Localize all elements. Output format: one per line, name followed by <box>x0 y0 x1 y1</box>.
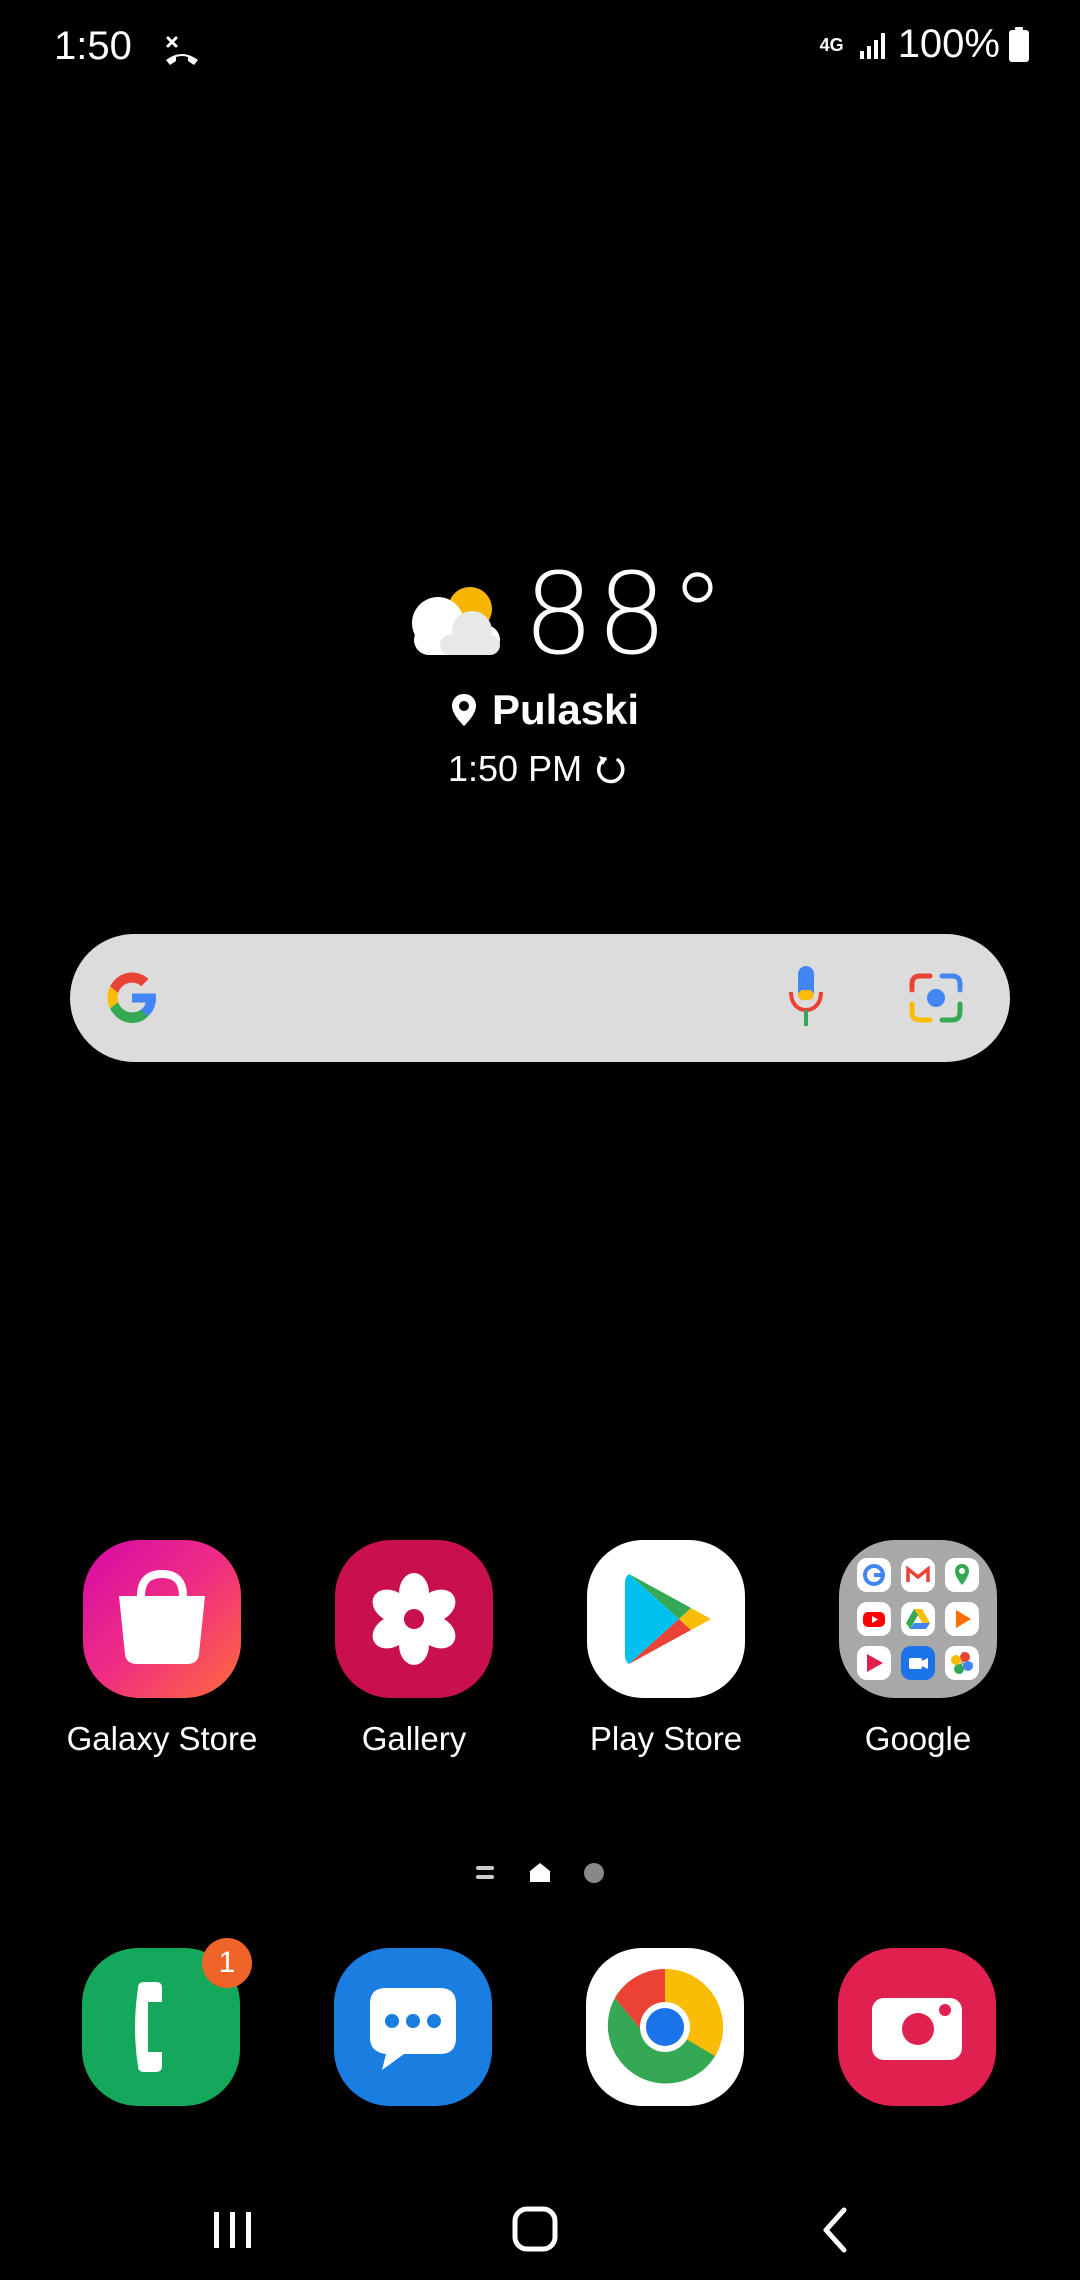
battery-percent: 100% <box>897 22 1000 66</box>
app-gallery[interactable]: Gallery <box>289 1540 539 1758</box>
page-indicator[interactable] <box>474 1858 606 1888</box>
duo-mini-icon <box>901 1646 935 1680</box>
youtube-music-mini-icon <box>857 1646 891 1680</box>
app-label: Galaxy Store <box>66 1720 258 1757</box>
folder-contents <box>857 1558 979 1680</box>
app-label: Gallery <box>361 1720 467 1757</box>
partly-cloudy-icon <box>412 587 500 655</box>
chrome-icon <box>607 1969 723 2084</box>
dock-camera[interactable] <box>838 1948 996 2106</box>
refresh-icon[interactable] <box>594 752 628 786</box>
back-icon[interactable] <box>800 2200 870 2260</box>
maps-mini-icon <box>945 1558 979 1592</box>
dock-messages[interactable] <box>334 1948 492 2106</box>
google-mini-icon <box>857 1558 891 1592</box>
gmail-mini-icon <box>901 1558 935 1592</box>
status-time: 1:50 <box>54 24 132 68</box>
status-bar: 1:50 4G 100% <box>0 0 1080 100</box>
home-icon[interactable] <box>500 2200 570 2260</box>
network-type-4g: 4G <box>819 34 844 55</box>
notification-badge: 1 <box>202 1938 252 1988</box>
flower-icon <box>335 1540 493 1698</box>
missed-call-icon <box>166 36 198 65</box>
drive-mini-icon <box>901 1602 935 1636</box>
play-store-icon <box>587 1540 745 1698</box>
weather-updated: 1:50 PM <box>448 748 628 790</box>
app-play-store[interactable]: Play Store <box>541 1540 791 1758</box>
home-page-dot-icon <box>530 1863 550 1882</box>
youtube-mini-icon <box>857 1602 891 1636</box>
location-name: Pulaski <box>492 686 640 733</box>
page-list-icon <box>476 1866 494 1879</box>
google-folder-icon <box>839 1540 997 1698</box>
google-logo-icon <box>107 972 156 1023</box>
microphone-icon[interactable] <box>786 962 826 1034</box>
weather-time-text: 1:50 PM <box>448 748 583 789</box>
shopping-bag-icon <box>83 1540 241 1698</box>
app-folder-google[interactable]: Google <box>793 1540 1043 1758</box>
camera-icon <box>872 1998 962 2060</box>
google-search-bar[interactable] <box>70 934 1010 1062</box>
location-pin-icon <box>452 694 476 726</box>
weather-location: Pulaski <box>450 686 639 734</box>
dock-chrome[interactable] <box>586 1948 744 2106</box>
status-right: 4G 100% <box>814 22 1030 67</box>
navigation-bar <box>0 2160 1080 2280</box>
app-label: Google <box>864 1720 972 1757</box>
app-galaxy-store[interactable]: Galaxy Store <box>37 1540 287 1758</box>
play-movies-mini-icon <box>945 1602 979 1636</box>
temperature: 88° <box>523 550 728 680</box>
google-lens-icon[interactable] <box>908 970 964 1026</box>
page-dot <box>584 1863 604 1883</box>
battery-icon <box>1009 26 1029 62</box>
messages-icon <box>370 1988 456 2070</box>
app-label: Play Store <box>589 1720 743 1757</box>
photos-mini-icon <box>945 1646 979 1680</box>
signal-icon <box>859 32 885 59</box>
recent-apps-icon[interactable] <box>198 2200 268 2260</box>
